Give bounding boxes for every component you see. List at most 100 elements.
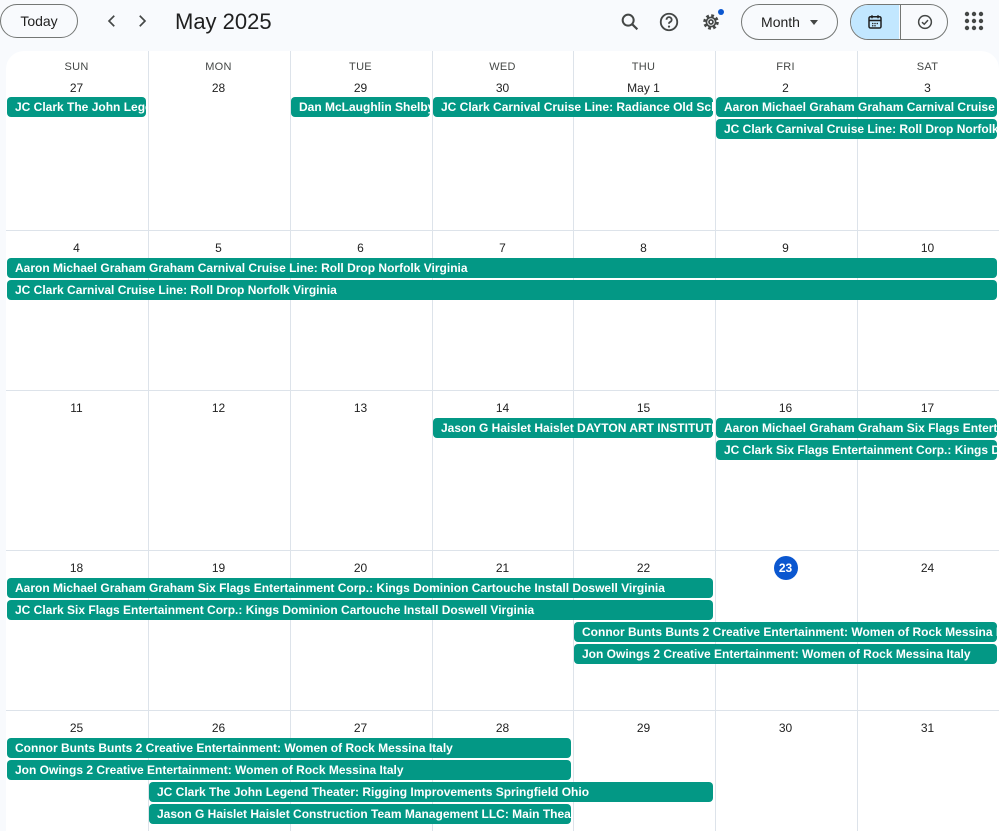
- date-label: 25: [69, 721, 84, 735]
- date-label: 15: [636, 401, 651, 415]
- event-chip[interactable]: JC Clark The John Legend Theater: Riggin…: [149, 782, 713, 802]
- date-number[interactable]: 18: [6, 556, 147, 580]
- date-number[interactable]: 11: [6, 396, 147, 420]
- event-chip[interactable]: Aaron Michael Graham Graham Six Flags En…: [716, 418, 997, 438]
- date-label: 5: [215, 241, 222, 255]
- event-chip[interactable]: JC Clark Six Flags Entertainment Corp.: …: [7, 600, 713, 620]
- calendar-icon: [868, 15, 882, 29]
- date-number[interactable]: 7: [432, 236, 573, 260]
- date-number[interactable]: 31: [857, 716, 998, 740]
- date-label: 31: [920, 721, 935, 735]
- today-button[interactable]: Today: [0, 4, 78, 38]
- event-chip[interactable]: JC Clark The John Legend Theater: Riggin…: [7, 97, 146, 117]
- month-grid: SUN MON TUE WED THU FRI SAT 27 28 29 30 May 1234567…: [6, 51, 999, 831]
- date-number[interactable]: 13: [290, 396, 431, 420]
- calendar-view-toggle[interactable]: [851, 5, 899, 39]
- date-number[interactable]: 14: [432, 396, 573, 420]
- date-number[interactable]: 21: [432, 556, 573, 580]
- date-label: 13: [353, 401, 368, 415]
- help-icon: [659, 12, 679, 32]
- settings-button[interactable]: [697, 8, 725, 36]
- date-label: 29: [636, 721, 651, 735]
- date-label: 24: [920, 561, 935, 575]
- date-label: 20: [353, 561, 368, 575]
- date-label: 18: [69, 561, 84, 575]
- date-number[interactable]: 17: [857, 396, 998, 420]
- date-number[interactable]: 19: [148, 556, 289, 580]
- date-number[interactable]: 10: [857, 236, 998, 260]
- date-number[interactable]: 27: [290, 716, 431, 740]
- check-circle-icon: [917, 14, 933, 30]
- chevron-right-icon: [139, 15, 147, 27]
- date-label: 11: [70, 401, 83, 415]
- event-chip[interactable]: Jason G Haislet Haislet Construction Tea…: [149, 804, 571, 824]
- event-chip[interactable]: Aaron Michael Graham Graham Six Flags En…: [7, 578, 713, 598]
- date-label: 9: [782, 241, 789, 255]
- date-number[interactable]: 30: [715, 716, 856, 740]
- date-label: 14: [495, 401, 510, 415]
- event-chip[interactable]: Jason G Haislet Haislet DAYTON ART INSTI…: [433, 418, 713, 438]
- date-number[interactable]: 15: [573, 396, 714, 420]
- event-chip[interactable]: JC Clark Carnival Cruise Line: Radiance …: [433, 97, 713, 117]
- date-number[interactable]: 4: [6, 236, 147, 260]
- date-number[interactable]: 24: [857, 556, 998, 580]
- date-number[interactable]: 8: [573, 236, 714, 260]
- date-number[interactable]: 26: [148, 716, 289, 740]
- date-number[interactable]: 22: [573, 556, 714, 580]
- event-chip[interactable]: JC Clark Carnival Cruise Line: Roll Drop…: [716, 119, 997, 139]
- date-number[interactable]: 20: [290, 556, 431, 580]
- view-selector-label: Month: [761, 14, 800, 30]
- prev-month-button[interactable]: [99, 8, 125, 34]
- date-number[interactable]: 6: [290, 236, 431, 260]
- event-chip[interactable]: JC Clark Six Flags Entertainment Corp.: …: [716, 440, 997, 460]
- date-label: 12: [211, 401, 226, 415]
- date-number[interactable]: 28: [432, 716, 573, 740]
- help-button[interactable]: [655, 8, 683, 36]
- event-chip[interactable]: Jon Owings 2 Creative Entertainment: Wom…: [7, 760, 571, 780]
- event-chip[interactable]: Jon Owings 2 Creative Entertainment: Wom…: [574, 644, 997, 664]
- next-month-button[interactable]: [129, 8, 155, 34]
- date-number[interactable]: 28: [148, 76, 289, 100]
- chevron-down-icon: [809, 19, 818, 25]
- current-month-title: May 2025: [175, 9, 272, 34]
- tasks-view-toggle[interactable]: [900, 5, 947, 39]
- apps-grid-icon: [964, 11, 984, 31]
- event-chip[interactable]: Aaron Michael Graham Graham Carnival Cru…: [716, 97, 997, 117]
- date-label: 6: [357, 241, 364, 255]
- view-selector[interactable]: Month: [741, 4, 838, 40]
- event-chip[interactable]: Connor Bunts Bunts 2 Creative Entertainm…: [7, 738, 571, 758]
- date-label: 4: [73, 241, 80, 255]
- event-chip[interactable]: Connor Bunts Bunts 2 Creative Entertainm…: [574, 622, 997, 642]
- date-number[interactable]: 25: [6, 716, 147, 740]
- event-chip[interactable]: Aaron Michael Graham Graham Carnival Cru…: [7, 258, 997, 278]
- date-label: 17: [920, 401, 935, 415]
- app-switcher: [850, 4, 948, 40]
- date-number[interactable]: 9: [715, 236, 856, 260]
- google-apps-button[interactable]: [962, 9, 986, 33]
- date-label: 26: [211, 721, 226, 735]
- chevron-left-icon: [107, 15, 115, 27]
- today-date-number[interactable]: 23: [715, 556, 856, 580]
- date-label: 10: [920, 241, 935, 255]
- toolbar: Today May 2025 Month: [0, 0, 999, 50]
- date-label: 21: [495, 561, 510, 575]
- notification-dot: [718, 9, 724, 15]
- event-chip[interactable]: JC Clark Carnival Cruise Line: Roll Drop…: [7, 280, 997, 300]
- date-number[interactable]: 29: [573, 716, 714, 740]
- search-icon: [621, 13, 639, 31]
- date-number[interactable]: 12: [148, 396, 289, 420]
- date-label: 28: [495, 721, 510, 735]
- date-label: 22: [636, 561, 651, 575]
- date-label: 19: [211, 561, 226, 575]
- date-label: 30: [778, 721, 793, 735]
- event-chip[interactable]: Dan McLaughlin Shelby Township: [291, 97, 430, 117]
- date-label: 8: [640, 241, 647, 255]
- date-number[interactable]: 16: [715, 396, 856, 420]
- date-number[interactable]: 5: [148, 236, 289, 260]
- date-label: 23: [773, 556, 798, 580]
- date-label: 27: [353, 721, 368, 735]
- date-label: 28: [211, 81, 226, 95]
- search-button[interactable]: [616, 8, 644, 36]
- date-label: 7: [499, 241, 506, 255]
- date-label: 16: [778, 401, 793, 415]
